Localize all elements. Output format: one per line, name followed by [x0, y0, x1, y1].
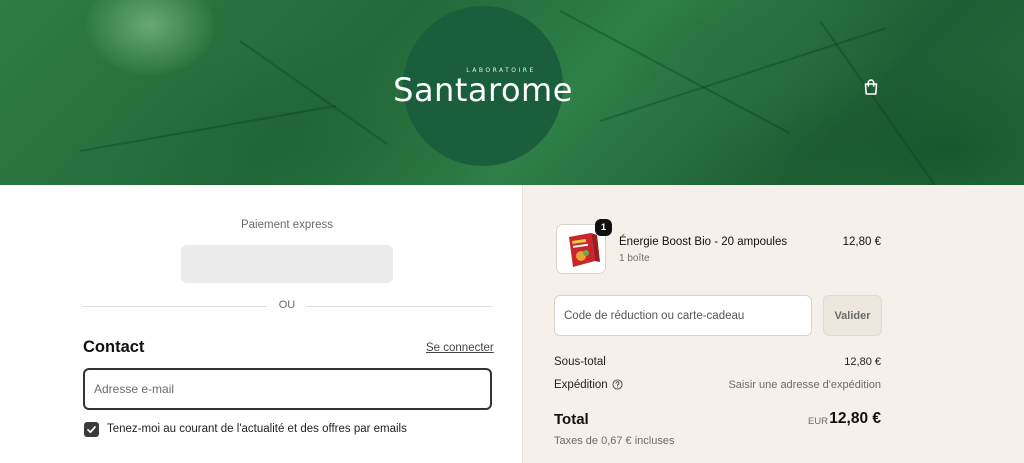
product-name: Énergie Boost Bio - 20 ampoules	[619, 236, 788, 248]
help-circle-icon[interactable]	[612, 379, 623, 390]
brand-logo[interactable]: LABORATOIRE Santarome	[393, 6, 572, 166]
checkmark-icon	[87, 426, 96, 434]
product-price: 12,80 €	[842, 236, 881, 248]
sign-in-link[interactable]: Se connecter	[426, 342, 494, 354]
checkout-form: Paiement express OU Contact Se connecter…	[0, 185, 522, 463]
or-separator: OU	[270, 299, 304, 311]
order-summary: 1 Énergie Boost Bio - 20 ampoules 1 boît…	[522, 185, 1024, 463]
newsletter-checkbox[interactable]	[84, 422, 99, 437]
divider-left	[83, 306, 267, 307]
taxes-note: Taxes de 0,67 € incluses	[554, 435, 675, 447]
shipping-value: Saisir une adresse d'expédition	[728, 379, 881, 391]
shipping-label: Expédition	[554, 379, 608, 391]
subtotal-label: Sous-total	[554, 356, 606, 368]
quantity-badge: 1	[595, 219, 612, 236]
subtotal-value: 12,80 €	[844, 356, 881, 368]
header-banner: LABORATOIRE Santarome	[0, 0, 1024, 185]
express-checkout-button[interactable]	[181, 245, 393, 283]
contact-title: Contact	[83, 338, 145, 356]
total-currency: EUR	[807, 416, 828, 427]
express-checkout-label: Paiement express	[240, 219, 334, 231]
email-field[interactable]	[83, 368, 492, 410]
discount-code-input[interactable]	[554, 295, 812, 336]
product-variant: 1 boîte	[619, 253, 650, 264]
total-label: Total	[554, 411, 589, 428]
newsletter-label[interactable]: Tenez-moi au courant de l'actualité et d…	[107, 423, 407, 435]
brand-name: Santarome	[393, 70, 573, 109]
shopping-bag-icon[interactable]	[862, 78, 880, 96]
total-amount: 12,80 €	[829, 410, 881, 427]
divider-right	[306, 306, 492, 307]
shipping-row: Expédition	[554, 379, 623, 391]
apply-discount-button[interactable]: Valider	[823, 295, 882, 336]
